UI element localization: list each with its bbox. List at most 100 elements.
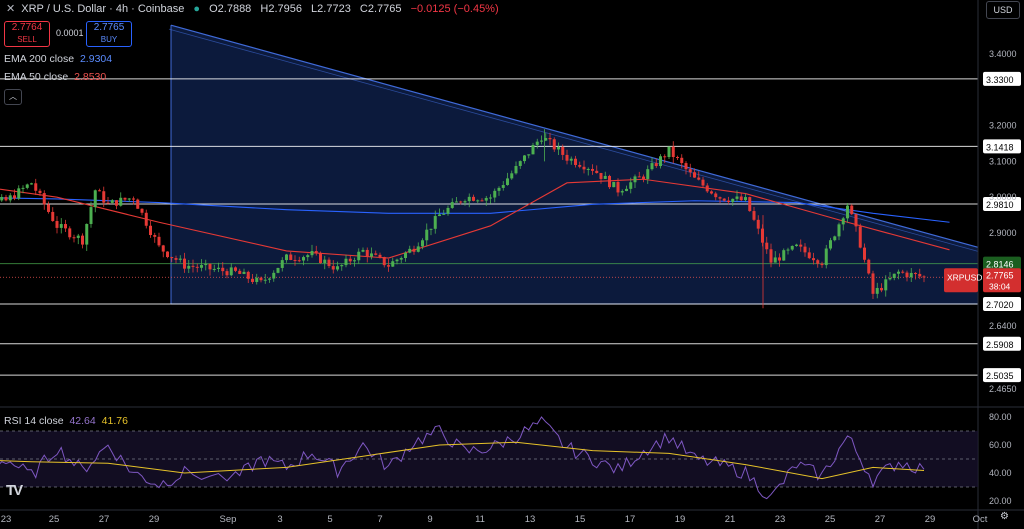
- candle-body: [89, 207, 93, 224]
- candle-body: [595, 170, 599, 174]
- candle-body: [616, 181, 620, 193]
- candle-body: [756, 219, 760, 229]
- candle-body: [404, 252, 407, 259]
- candle-body: [735, 196, 739, 199]
- settings-gear-icon[interactable]: ⚙: [1000, 511, 1009, 522]
- candle-body: [331, 266, 335, 270]
- candle-body: [739, 196, 743, 201]
- candle-body: [459, 201, 463, 203]
- symbol-title[interactable]: XRP / U.S. Dollar · 4h · Coinbase: [21, 3, 184, 15]
- chart-canvas[interactable]: 3.33003.14182.98102.81462.70202.59082.50…: [0, 0, 1024, 529]
- candle-body: [119, 197, 123, 206]
- candle-body: [353, 260, 356, 262]
- candle-body: [846, 205, 849, 219]
- candle-body: [561, 146, 565, 155]
- candle-body: [790, 245, 794, 250]
- candle-body: [650, 163, 654, 170]
- date-tick-label: 17: [625, 514, 636, 525]
- candle-body: [506, 178, 509, 186]
- candle-body: [599, 173, 603, 179]
- candle-body: [234, 267, 237, 271]
- candle-body: [34, 183, 38, 191]
- candle-body: [816, 260, 820, 264]
- buy-price: 2.7765: [93, 22, 125, 33]
- candle-body: [476, 200, 480, 202]
- candle-body: [442, 213, 446, 215]
- candle-body: [161, 245, 165, 252]
- close-icon[interactable]: ✕: [6, 3, 15, 15]
- candle-body: [348, 258, 352, 262]
- candle-body: [55, 221, 59, 228]
- candle-body: [0, 196, 4, 201]
- candle-body: [102, 191, 106, 203]
- tradingview-logo[interactable]: TV: [6, 482, 23, 499]
- price-tick-label: 2.9000: [989, 228, 1017, 238]
- candle-body: [531, 144, 535, 155]
- candle-body: [268, 278, 271, 280]
- candle-body: [200, 265, 203, 268]
- currency-button[interactable]: USD: [986, 1, 1020, 19]
- candle-body: [425, 229, 429, 241]
- collapse-legend-button[interactable]: ︿: [4, 89, 22, 105]
- rsi-pane: 80.00 60.00 40.00 20.00: [0, 412, 1012, 506]
- sell-button[interactable]: 2.7764 SELL: [4, 21, 50, 47]
- symbol-tag-price: 2.7765: [986, 270, 1014, 280]
- rsi-legend[interactable]: RSI 14 close 42.64 41.76: [4, 415, 128, 427]
- candle-body: [306, 255, 310, 258]
- candle-body: [714, 193, 718, 198]
- rsi-tick-label: 80.00: [989, 412, 1012, 422]
- sell-price: 2.7764: [11, 22, 43, 33]
- candle-body: [319, 252, 322, 263]
- candle-body: [157, 236, 161, 246]
- ema200-legend[interactable]: EMA 200 close 2.9304: [4, 53, 112, 65]
- candle-body: [693, 172, 696, 178]
- candle-body: [357, 251, 361, 261]
- rsi-tick-label: 20.00: [989, 496, 1012, 506]
- level-tag-label: 2.8146: [986, 260, 1014, 270]
- candle-body: [450, 202, 454, 208]
- candle-body: [127, 198, 131, 200]
- candle-body: [909, 272, 913, 278]
- candle-body: [310, 251, 314, 256]
- buy-button[interactable]: 2.7765 BUY: [86, 21, 132, 47]
- candle-body: [527, 154, 531, 156]
- candle-body: [761, 228, 764, 243]
- candle-body: [132, 198, 135, 200]
- trading-chart[interactable]: 3.3300 3.1418 2.9810 2.8146 2.7020 2.5908 2.50…: [0, 0, 1024, 529]
- candle-body: [523, 155, 526, 162]
- candle-body: [85, 223, 89, 245]
- candle-body: [140, 208, 144, 213]
- candle-body: [803, 246, 807, 253]
- candle-body: [914, 272, 917, 274]
- ema50-legend[interactable]: EMA 50 close 2.8530: [4, 71, 106, 83]
- spread-value: 0.0001: [56, 28, 84, 38]
- candle-body: [884, 279, 888, 291]
- candle-body: [705, 185, 709, 192]
- date-tick-label: 19: [675, 514, 686, 525]
- date-tick-label: 25: [825, 514, 836, 525]
- candle-body: [744, 197, 747, 201]
- date-axis: 23 25 27 29 Sep 3 5 7 9 11 13 15 17 19 21 23 25 27 29 Oct: [1, 514, 988, 525]
- change-value: −0.0125 (−0.45%): [410, 3, 499, 15]
- candle-body: [25, 184, 29, 188]
- date-tick-label: 23: [775, 514, 786, 525]
- candle-body: [833, 236, 837, 241]
- candle-body: [153, 235, 157, 237]
- chart-header: ✕ XRP / U.S. Dollar · 4h · Coinbase ● O2…: [6, 2, 499, 15]
- candle-body: [625, 188, 628, 192]
- candle-body: [646, 169, 650, 179]
- candle-body: [263, 279, 267, 281]
- date-tick-label: 29: [925, 514, 936, 525]
- candle-body: [633, 176, 637, 183]
- sell-label: SELL: [17, 35, 37, 44]
- rsi-tick-label: 60.00: [989, 440, 1012, 450]
- candle-body: [68, 228, 72, 238]
- candle-body: [574, 158, 577, 165]
- candle-body: [795, 244, 798, 246]
- candle-body: [552, 139, 556, 150]
- candle-body: [115, 200, 118, 206]
- candle-body: [136, 199, 140, 209]
- buy-label: BUY: [100, 35, 118, 44]
- candle-body: [727, 200, 730, 202]
- date-tick-label: 3: [277, 514, 282, 525]
